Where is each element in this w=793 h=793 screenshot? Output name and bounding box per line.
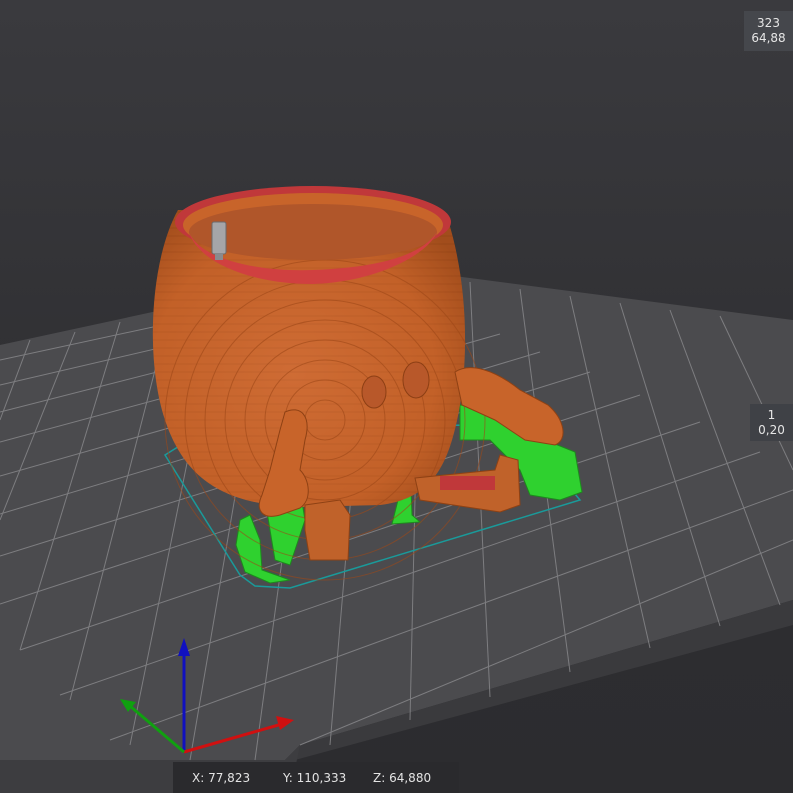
coordinate-readout: X: 77,823 Y: 110,333 Z: 64,880 [173, 762, 459, 793]
coord-y-label: Y: [283, 771, 293, 785]
coord-y: Y: 110,333 [283, 771, 346, 785]
coord-z-label: Z: [373, 771, 386, 785]
extruder-tool-icon [211, 221, 227, 260]
coord-z-value: 64,880 [389, 771, 432, 785]
bottom-layer-height: 0,20 [758, 423, 785, 437]
layer-slider-top-label[interactable]: 323 64,88 [744, 11, 793, 51]
top-layer-number: 323 [757, 16, 780, 30]
coord-z: Z: 64,880 [373, 771, 431, 785]
preview-scene[interactable] [0, 0, 793, 793]
coord-x-value: 77,823 [208, 771, 251, 785]
3d-preview-viewport[interactable]: 323 64,88 1 0,20 X: 77,823 Y: 110,333 Z:… [0, 0, 793, 793]
coord-x-label: X: [192, 771, 205, 785]
layer-slider-bottom-label[interactable]: 1 0,20 [750, 404, 793, 441]
bottom-layer-number: 1 [767, 408, 776, 422]
coord-x: X: 77,823 [192, 771, 250, 785]
top-layer-height: 64,88 [751, 31, 786, 45]
coord-y-value: 110,333 [296, 771, 347, 785]
